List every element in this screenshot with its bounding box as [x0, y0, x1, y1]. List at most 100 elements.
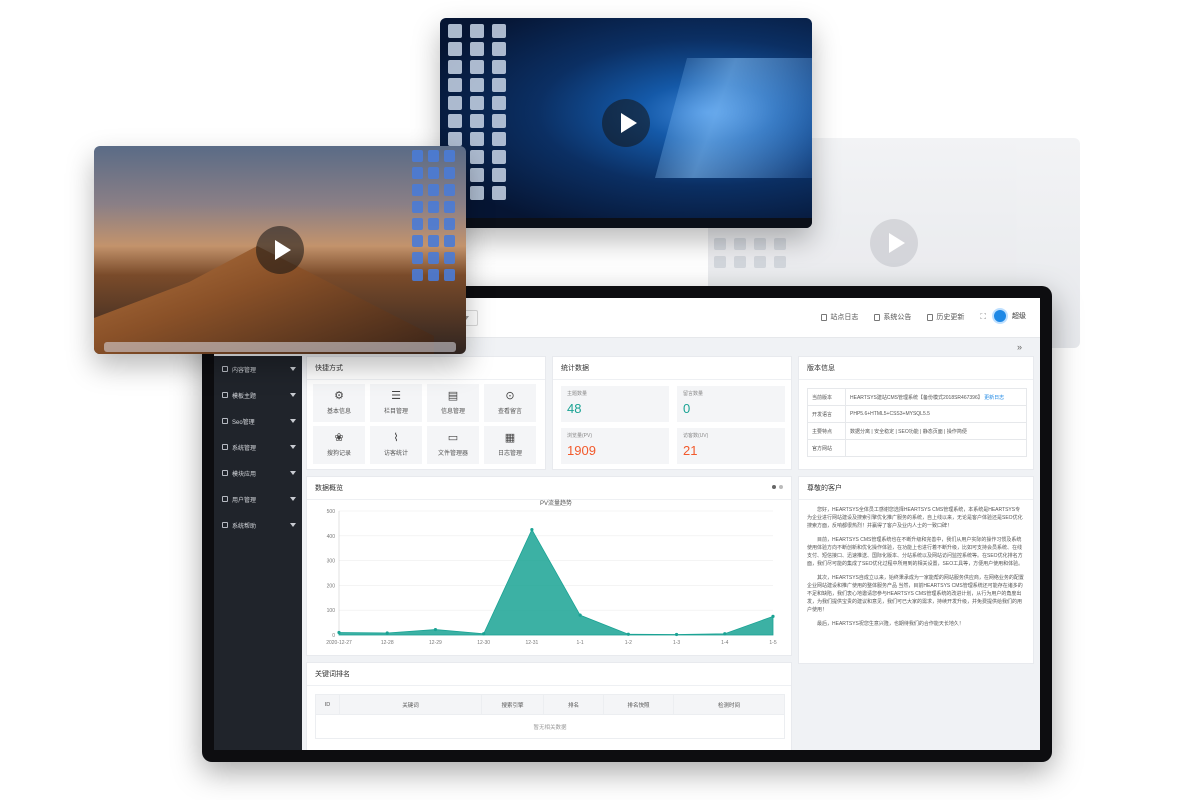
menu-icon: [222, 496, 228, 502]
bell-icon: [874, 313, 881, 321]
list-icon: ☰: [391, 390, 401, 402]
customer-letter: 您好，HEARTSYS全体员工感谢您选择HEARTSYS CMS管理系统，本系统…: [807, 507, 1024, 627]
series-area: [338, 528, 774, 636]
desktop-icons: [714, 238, 804, 268]
quick-visitor-button[interactable]: ⌇ 访客统计: [370, 426, 422, 464]
data-point: [482, 632, 486, 636]
x-tick-label: 12-29: [429, 640, 442, 646]
quick-log-button[interactable]: ▦ 日志管理: [484, 426, 536, 464]
mac-desktop-video-thumbnail[interactable]: [94, 146, 466, 354]
message-icon: ⊙: [505, 390, 515, 402]
stat-topics: 主题数量 48: [561, 386, 669, 422]
x-tick-label: 12-28: [381, 640, 394, 646]
data-point: [433, 627, 438, 632]
data-point: [674, 632, 679, 637]
card-title: 尊敬的客户: [799, 477, 1033, 500]
data-overview-card: 数据概览 PV流量趋势 0 100 200 300 400 500 2020-12-27 12-…: [306, 476, 792, 656]
y-tick-label: 200: [327, 583, 336, 589]
carousel-dots[interactable]: [772, 485, 783, 489]
user-menu[interactable]: 超级: [992, 308, 1026, 324]
quick-message-button[interactable]: ⊙ 查看留言: [484, 384, 536, 422]
chart-title: PV流量趋势: [540, 499, 572, 507]
data-point: [771, 614, 775, 618]
paw-icon: ❀: [334, 432, 344, 444]
sidebar-item-seo[interactable]: Seo管理: [214, 408, 302, 434]
x-tick-label: 1-3: [673, 640, 680, 646]
windows-desktop-video-thumbnail[interactable]: [440, 18, 812, 228]
x-tick-label: 12-30: [477, 640, 490, 646]
x-tick-label: 1-5: [769, 640, 776, 646]
chevron-down-icon: [290, 445, 296, 449]
dot-active[interactable]: [772, 485, 776, 489]
keyword-table: ID 关键词 搜索引擎 排名 排名快照 检测时间 暂无相关数据: [315, 694, 785, 739]
quick-file-button[interactable]: ▭ 文件管理器: [427, 426, 479, 464]
history-update-link[interactable]: 历史更新: [927, 312, 964, 322]
customer-card: 尊敬的客户 您好，HEARTSYS全体员工感谢您选择HEARTSYS CMS管理…: [798, 476, 1034, 664]
pv-trend-chart: PV流量趋势 0 100 200 300 400 500 2020-12-27 12-28 12-…: [326, 499, 777, 646]
version-card: 版本信息 当前版本 HEARTSYS建站CMS管理系统【备份模式2018SR467…: [798, 356, 1034, 470]
play-icon[interactable]: [256, 226, 304, 274]
chevron-down-icon: [290, 471, 296, 475]
mac-dock: [104, 342, 456, 352]
table-header-row: ID 关键词 搜索引擎 排名 排名快照 检测时间: [315, 694, 785, 715]
x-tick-label: 1-4: [721, 640, 728, 646]
card-title: 快捷方式: [307, 357, 545, 380]
data-point: [578, 613, 582, 617]
stat-pv: 浏览量(PV) 1909: [561, 428, 669, 464]
play-icon[interactable]: [870, 219, 918, 267]
version-table: 当前版本 HEARTSYS建站CMS管理系统【备份模式2018SR467396】 …: [807, 388, 1027, 457]
chevron-down-icon: [290, 419, 296, 423]
stats-card: 统计数据 主题数量 48 留言数量 0 浏览量(PV) 1909 访客数(UV) 21: [552, 356, 792, 470]
chevron-down-icon: [290, 523, 296, 527]
sidebar-item-content[interactable]: 内容管理: [214, 356, 302, 382]
sidebar-item-modules[interactable]: 模块应用: [214, 460, 302, 486]
card-title: 统计数据: [553, 357, 791, 380]
menu-icon: [222, 444, 228, 450]
doc-icon: [821, 313, 828, 321]
changelog-link[interactable]: 更新日志: [984, 395, 1004, 401]
history-icon: [927, 313, 934, 321]
table-row: 当前版本 HEARTSYS建站CMS管理系统【备份模式2018SR467396】 …: [807, 388, 1027, 406]
data-point: [626, 632, 630, 636]
chevron-down-icon: [290, 497, 296, 501]
y-tick-label: 500: [327, 509, 336, 515]
system-notice-link[interactable]: 系统公告: [874, 312, 911, 322]
admin-dashboard: 站点日志 系统公告 历史更新 ⛶ 超级 » 内容管理 模板主题 Seo管理 系统…: [214, 298, 1040, 750]
menu-icon: [222, 366, 228, 372]
quick-actions-card: 快捷方式 ⚙ 基本信息 ☰ 栏目管理 ▤ 信息管理 ⊙ 查看留言 ❀ 搜狗记录 ⌇ 访客统计…: [306, 356, 546, 470]
quick-info-button[interactable]: ▤ 信息管理: [427, 384, 479, 422]
card-title: 版本信息: [799, 357, 1033, 380]
quick-basic-info-button[interactable]: ⚙ 基本信息: [313, 384, 365, 422]
x-tick-label: 1-2: [625, 640, 632, 646]
x-tick-label: 1-1: [576, 640, 583, 646]
desktop-icons: [412, 150, 460, 281]
x-tick-label: 2020-12-27: [326, 640, 352, 646]
sidebar-item-users[interactable]: 用户管理: [214, 486, 302, 512]
x-tick-label: 12-31: [525, 640, 538, 646]
menu-icon: [222, 418, 228, 424]
play-icon[interactable]: [602, 99, 650, 147]
table-row: 主要特点 数据分离 | 安全稳定 | SEO功能 | 静态页面 | 操作简便: [807, 422, 1027, 440]
monitor: 站点日志 系统公告 历史更新 ⛶ 超级 » 内容管理 模板主题 Seo管理 系统…: [202, 286, 1052, 762]
sidebar: 内容管理 模板主题 Seo管理 系统管理 模块应用 用户管理 系统帮助: [214, 356, 302, 750]
sidebar-item-system[interactable]: 系统管理: [214, 434, 302, 460]
quick-column-button[interactable]: ☰ 栏目管理: [370, 384, 422, 422]
site-log-link[interactable]: 站点日志: [821, 312, 858, 322]
chevron-down-icon: [290, 393, 296, 397]
menu-icon: [222, 392, 228, 398]
quick-spider-button[interactable]: ❀ 搜狗记录: [313, 426, 365, 464]
sidebar-item-help[interactable]: 系统帮助: [214, 512, 302, 538]
gear-icon: ⚙: [334, 390, 344, 402]
dot[interactable]: [779, 485, 783, 489]
fullscreen-icon[interactable]: ⛶: [980, 312, 986, 322]
table-row: 开发语言 PHP5.6+HTML5+CSS3+MYSQL5.5: [807, 405, 1027, 423]
table-row: 暂无相关数据: [315, 714, 785, 739]
data-point: [385, 631, 389, 635]
user-name: 超级: [1012, 313, 1026, 320]
menu-icon: [222, 522, 228, 528]
y-tick-label: 400: [327, 534, 336, 540]
tabs-more-icon[interactable]: »: [1017, 342, 1022, 352]
sidebar-item-theme[interactable]: 模板主题: [214, 382, 302, 408]
log-icon: ▦: [504, 432, 516, 444]
empty-text: 暂无相关数据: [315, 714, 785, 739]
